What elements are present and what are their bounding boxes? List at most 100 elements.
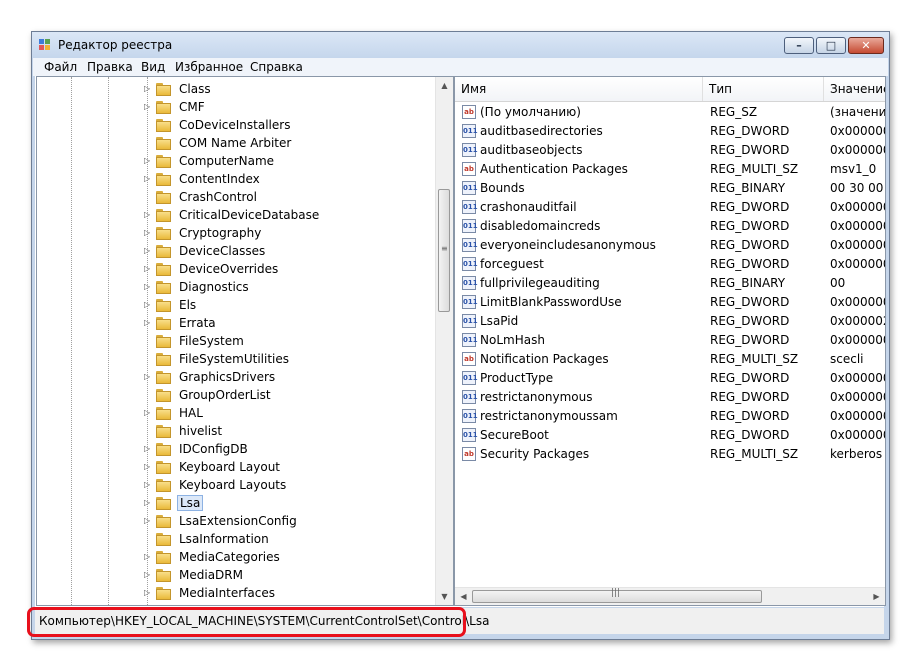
table-row[interactable]: 011Bounds REG_BINARY 00 30 00 0 bbox=[455, 179, 885, 198]
menu-edit[interactable]: Правка bbox=[87, 60, 133, 74]
folder-icon bbox=[156, 263, 172, 276]
tree-item[interactable]: ▷ Diagnostics bbox=[37, 279, 437, 297]
tree-item[interactable]: ▷ DeviceOverrides bbox=[37, 261, 437, 279]
table-row[interactable]: 011LsaPid REG_DWORD 0x0000021 bbox=[455, 312, 885, 331]
tree-item[interactable]: FileSystem bbox=[37, 333, 437, 351]
table-row[interactable]: 011restrictanonymoussam REG_DWORD 0x000000… bbox=[455, 407, 885, 426]
list-horizontal-scrollbar[interactable]: ◀ ||| ▶ bbox=[455, 587, 885, 605]
menu-view[interactable]: Вид bbox=[141, 60, 165, 74]
tree-item[interactable]: ▷ MediaDRM bbox=[37, 567, 437, 585]
expand-arrow-icon[interactable]: ▷ bbox=[144, 102, 150, 111]
scroll-right-icon[interactable]: ▶ bbox=[868, 588, 885, 605]
column-header-name[interactable]: Имя bbox=[455, 77, 703, 101]
expand-arrow-icon[interactable]: ▷ bbox=[144, 498, 150, 507]
tree-item[interactable]: ▷ Keyboard Layouts bbox=[37, 477, 437, 495]
tree-item[interactable]: ▷ DeviceClasses bbox=[37, 243, 437, 261]
tree-item[interactable]: ▷ ContentIndex bbox=[37, 171, 437, 189]
value-type: REG_DWORD bbox=[710, 219, 790, 233]
tree-item[interactable]: ▷ Cryptography bbox=[37, 225, 437, 243]
expand-arrow-icon[interactable]: ▷ bbox=[144, 408, 150, 417]
table-row[interactable]: ab Authentication Packages REG_MULTI_SZ msv… bbox=[455, 160, 885, 179]
scroll-left-icon[interactable]: ◀ bbox=[455, 588, 472, 605]
expand-arrow-icon[interactable]: ▷ bbox=[144, 588, 150, 597]
expand-arrow-icon[interactable]: ▷ bbox=[144, 372, 150, 381]
tree-item[interactable]: CrashControl bbox=[37, 189, 437, 207]
list-scroll-thumb[interactable]: ||| bbox=[472, 588, 762, 603]
expand-arrow-icon[interactable]: ▷ bbox=[144, 444, 150, 453]
table-row[interactable]: 011auditbasedirectories REG_DWORD 0x000000… bbox=[455, 122, 885, 141]
tree-item[interactable]: LsaInformation bbox=[37, 531, 437, 549]
tree-item[interactable]: GroupOrderList bbox=[37, 387, 437, 405]
minimize-button[interactable]: – bbox=[784, 37, 814, 54]
tree-item[interactable]: ▷ CMF bbox=[37, 99, 437, 117]
expand-arrow-icon[interactable]: ▷ bbox=[144, 516, 150, 525]
table-row[interactable]: 011auditbaseobjects REG_DWORD 0x0000000 bbox=[455, 141, 885, 160]
expand-arrow-icon[interactable]: ▷ bbox=[144, 264, 150, 273]
column-header-type[interactable]: Тип bbox=[703, 77, 824, 101]
table-row[interactable]: ab Notification Packages REG_MULTI_SZ scecl… bbox=[455, 350, 885, 369]
expand-arrow-icon[interactable]: ▷ bbox=[144, 228, 150, 237]
tree-item[interactable]: CoDeviceInstallers bbox=[37, 117, 437, 135]
tree-item[interactable]: ▷ MediaInterfaces bbox=[37, 585, 437, 603]
tree-item[interactable]: ▷ Keyboard Layout bbox=[37, 459, 437, 477]
tree-item[interactable]: ▷ MediaCategories bbox=[37, 549, 437, 567]
tree-item[interactable]: ▷ IDConfigDB bbox=[37, 441, 437, 459]
string-value-icon: ab bbox=[462, 105, 476, 119]
expand-arrow-icon[interactable]: ▷ bbox=[144, 480, 150, 489]
table-row[interactable]: 011ProductType REG_DWORD 0x0000000 bbox=[455, 369, 885, 388]
value-type: REG_SZ bbox=[710, 105, 758, 119]
tree-item[interactable]: ▷ CriticalDeviceDatabase bbox=[37, 207, 437, 225]
table-row[interactable]: 011 everyoneincludesanonymous REG_DWORD 0x0… bbox=[455, 236, 885, 255]
folder-icon bbox=[156, 299, 172, 312]
table-row[interactable]: 011crashonauditfail REG_DWORD 0x0000000 bbox=[455, 198, 885, 217]
table-row[interactable]: ab (По умолчанию) REG_SZ (значение bbox=[455, 103, 885, 122]
tree-item[interactable]: ▷ Errata bbox=[37, 315, 437, 333]
table-row[interactable]: 011disabledomaincreds REG_DWORD 0x0000000 bbox=[455, 217, 885, 236]
tree-item-label: ContentIndex bbox=[179, 172, 260, 186]
folder-icon bbox=[156, 83, 172, 96]
tree-item[interactable]: COM Name Arbiter bbox=[37, 135, 437, 153]
tree-item-label: Els bbox=[179, 298, 197, 312]
expand-arrow-icon[interactable]: ▷ bbox=[144, 210, 150, 219]
expand-arrow-icon[interactable]: ▷ bbox=[144, 174, 150, 183]
table-row[interactable]: 011NoLmHash REG_DWORD 0x0000000 bbox=[455, 331, 885, 350]
table-row[interactable]: 011forceguest REG_DWORD 0x0000000 bbox=[455, 255, 885, 274]
table-row[interactable]: 011 fullprivilegeauditing REG_BINARY 00 bbox=[455, 274, 885, 293]
menu-help[interactable]: Справка bbox=[250, 60, 303, 74]
table-row[interactable]: ab Security Packages REG_MULTI_SZ kerberos … bbox=[455, 445, 885, 464]
tree-item[interactable]: ▷ Lsa bbox=[37, 495, 437, 513]
tree-item-label: Diagnostics bbox=[179, 280, 249, 294]
expand-arrow-icon[interactable]: ▷ bbox=[144, 552, 150, 561]
tree-vertical-scrollbar[interactable]: ▲ ≡ ▼ bbox=[435, 77, 453, 605]
scroll-up-icon[interactable]: ▲ bbox=[436, 77, 453, 94]
tree-item[interactable]: ▷ GraphicsDrivers bbox=[37, 369, 437, 387]
tree-item[interactable]: ▷ Els bbox=[37, 297, 437, 315]
tree-item[interactable]: hivelist bbox=[37, 423, 437, 441]
title-bar[interactable]: Редактор реестра – □ ✕ bbox=[32, 32, 889, 58]
table-row[interactable]: 011restrictanonymous REG_DWORD 0x0000000 bbox=[455, 388, 885, 407]
value-name: LimitBlankPasswordUse bbox=[480, 295, 622, 309]
expand-arrow-icon[interactable]: ▷ bbox=[144, 282, 150, 291]
expand-arrow-icon[interactable]: ▷ bbox=[144, 462, 150, 471]
tree-item[interactable]: ▷ LsaExtensionConfig bbox=[37, 513, 437, 531]
folder-icon bbox=[156, 371, 172, 384]
tree-scroll-thumb[interactable]: ≡ bbox=[438, 189, 450, 312]
tree-item[interactable]: ▷ HAL bbox=[37, 405, 437, 423]
expand-arrow-icon[interactable]: ▷ bbox=[144, 156, 150, 165]
tree-item[interactable]: ▷ Class bbox=[37, 81, 437, 99]
table-row[interactable]: 011SecureBoot REG_DWORD 0x0000000 bbox=[455, 426, 885, 445]
tree-item[interactable]: ▷ ComputerName bbox=[37, 153, 437, 171]
expand-arrow-icon[interactable]: ▷ bbox=[144, 246, 150, 255]
column-header-value[interactable]: Значение bbox=[824, 77, 885, 101]
expand-arrow-icon[interactable]: ▷ bbox=[144, 570, 150, 579]
menu-file[interactable]: Файл bbox=[44, 60, 77, 74]
expand-arrow-icon[interactable]: ▷ bbox=[144, 300, 150, 309]
scroll-down-icon[interactable]: ▼ bbox=[436, 588, 453, 605]
maximize-button[interactable]: □ bbox=[816, 37, 846, 54]
close-button[interactable]: ✕ bbox=[848, 37, 884, 54]
table-row[interactable]: 011 LimitBlankPasswordUse REG_DWORD 0x00000… bbox=[455, 293, 885, 312]
expand-arrow-icon[interactable]: ▷ bbox=[144, 84, 150, 93]
expand-arrow-icon[interactable]: ▷ bbox=[144, 318, 150, 327]
tree-item[interactable]: FileSystemUtilities bbox=[37, 351, 437, 369]
menu-favorites[interactable]: Избранное bbox=[175, 60, 243, 74]
